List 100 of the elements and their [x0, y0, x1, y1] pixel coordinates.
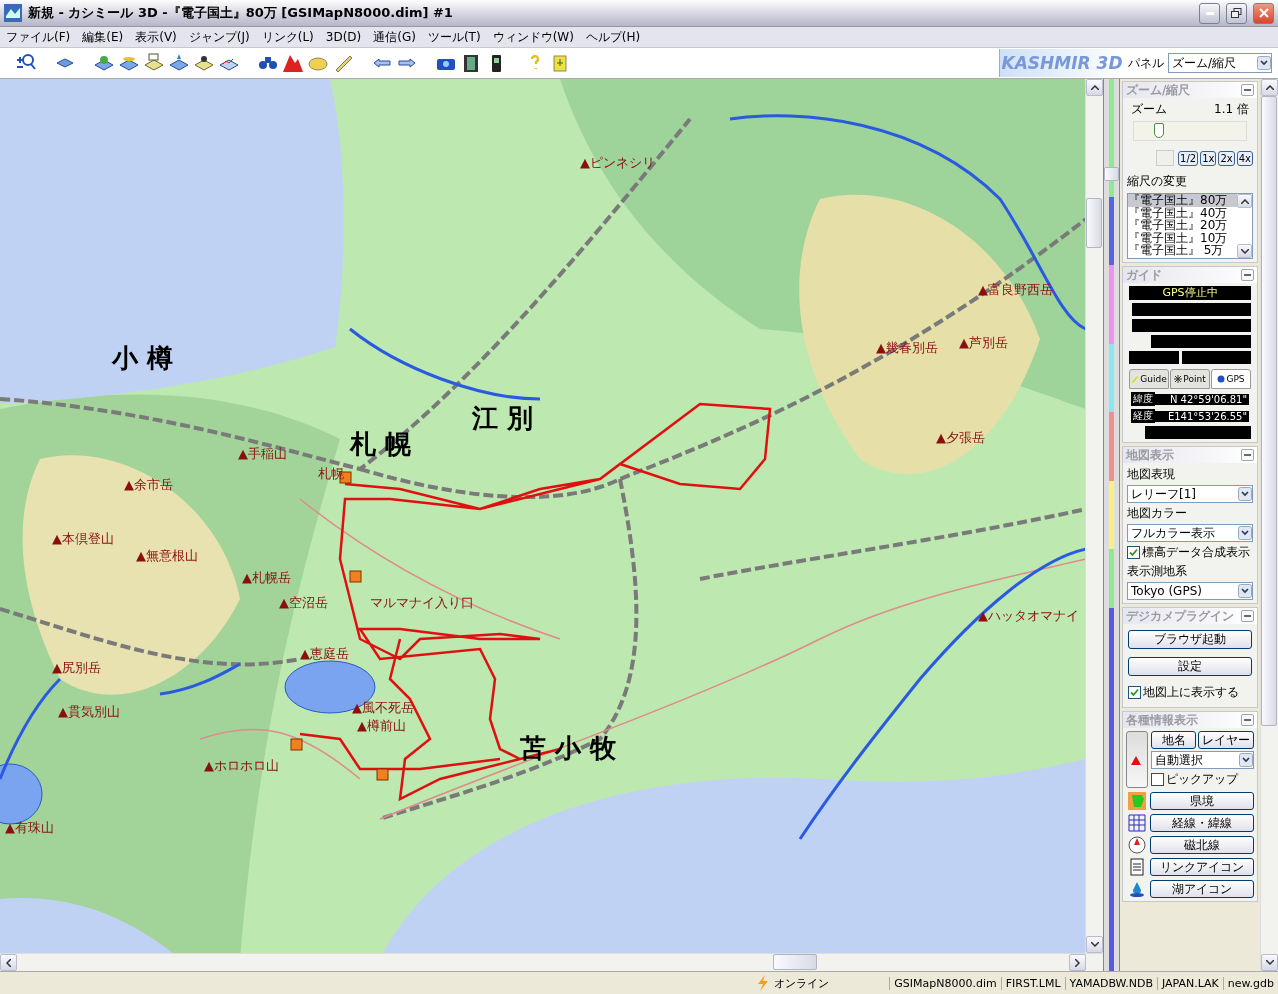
panel-label: パネル: [1128, 54, 1164, 72]
panel-button[interactable]: 県境: [1150, 792, 1254, 810]
menu-item[interactable]: 表示(V): [129, 28, 183, 46]
scrollbar-thumb[interactable]: [1086, 198, 1102, 248]
scale-list-item[interactable]: 『電子国土』20万: [1128, 219, 1237, 232]
peak-label: ▲芦別岳: [959, 334, 1008, 352]
menu-item[interactable]: ウィンドウ(W): [486, 28, 580, 46]
close-icon: [1258, 8, 1269, 18]
panel-button[interactable]: 磁北線: [1150, 836, 1254, 854]
panel-button[interactable]: 経線・緯線: [1150, 814, 1254, 832]
collapse-button[interactable]: [1241, 610, 1254, 622]
status-file: GSIMapN8000.dim: [889, 976, 1001, 990]
status-file: FIRST.LML: [1000, 976, 1065, 990]
checkbox[interactable]: [1128, 686, 1141, 699]
grid-icon: [1128, 814, 1146, 832]
coordinate-value: E141°53'26.55": [1155, 410, 1249, 422]
scale-list-item[interactable]: 『電子国土』10万: [1128, 231, 1237, 244]
minimize-button[interactable]: [1199, 2, 1220, 24]
collapse-button[interactable]: [1241, 449, 1254, 461]
city-label: 札 幌: [350, 428, 412, 461]
status-file: JAPAN.LAK: [1156, 976, 1223, 990]
scrollbar-thumb[interactable]: [773, 954, 817, 970]
checkbox-label: ピックアップ: [1166, 771, 1238, 788]
dropdown[interactable]: フルカラー表示: [1127, 524, 1253, 542]
scroll-up-button[interactable]: [1086, 79, 1103, 96]
peak-label: ▲余市岳: [124, 476, 173, 494]
scroll-down-button[interactable]: [1086, 936, 1103, 953]
arrow-up-icon: [1265, 85, 1274, 90]
gps-status-display: GPS停止中: [1129, 286, 1251, 300]
checkbox[interactable]: [1151, 773, 1164, 786]
menu-item[interactable]: 通信(G): [367, 28, 422, 46]
collapse-button[interactable]: [1241, 84, 1254, 96]
panel-button[interactable]: ブラウザ起動: [1128, 630, 1252, 649]
map-region-icon: [1128, 792, 1146, 810]
panel-button[interactable]: 設定: [1128, 657, 1252, 676]
peak-label: ▲幾春別岳: [876, 339, 938, 357]
field-label: 地図表現: [1127, 466, 1176, 483]
slider-thumb[interactable]: [1153, 123, 1164, 138]
field-label: 地図カラー: [1127, 505, 1188, 522]
scroll-right-button[interactable]: [1069, 954, 1086, 971]
dropdown[interactable]: 自動選択: [1151, 751, 1254, 769]
section-title: 各種情報表示: [1126, 711, 1198, 729]
panel-button[interactable]: 地名: [1151, 731, 1196, 749]
scroll-up-button[interactable]: [1261, 79, 1278, 96]
peak-label: ▲夕張岳: [936, 429, 985, 447]
panel-button[interactable]: レイヤー: [1198, 731, 1254, 749]
menu-item[interactable]: ツール(T): [421, 28, 487, 46]
menu-item[interactable]: ファイル(F): [0, 28, 77, 46]
panel-tab[interactable]: GPS: [1211, 369, 1251, 389]
collapse-button[interactable]: [1241, 714, 1254, 726]
scroll-down-button[interactable]: [1237, 244, 1252, 258]
scale-list-item[interactable]: 『電子国土』80万: [1128, 194, 1237, 207]
scrollbar-thumb[interactable]: [1261, 96, 1277, 726]
panel-tab[interactable]: Point: [1170, 369, 1210, 389]
menu-item[interactable]: ヘルプ(H): [579, 28, 647, 46]
arrow-left-icon: [6, 958, 11, 967]
close-button[interactable]: [1253, 2, 1274, 24]
checkbox[interactable]: [1127, 546, 1140, 559]
peak-label: ▲手稲山: [238, 445, 287, 463]
elevation-color-bar[interactable]: [1103, 79, 1120, 971]
scale-label: 縮尺の変更: [1127, 173, 1188, 190]
place-marker-button[interactable]: [1126, 731, 1148, 788]
peak-label: ▲札幌岳: [242, 569, 291, 587]
restore-button[interactable]: [1226, 2, 1247, 24]
panel-button[interactable]: 湖アイコン: [1150, 880, 1254, 898]
peak-label: ▲空沼岳: [279, 594, 328, 612]
coordinate-value: N 42°59'06.81": [1155, 393, 1249, 405]
zoom-label: ズーム: [1131, 101, 1167, 118]
collapse-button[interactable]: [1241, 269, 1254, 281]
peak-label: ▲尻別岳: [52, 659, 101, 677]
menu-item[interactable]: 3D(D): [319, 30, 368, 44]
scroll-up-button[interactable]: [1237, 194, 1252, 208]
peak-label: ▲風不死岳: [352, 699, 414, 717]
logo: KASHMIR 3D: [999, 49, 1124, 77]
minus-icon: [1244, 454, 1251, 456]
panel-button[interactable]: リンクアイコン: [1150, 858, 1254, 876]
scale-list-item[interactable]: 『電子国土』40万: [1128, 206, 1237, 219]
scale-button[interactable]: 1/2: [1178, 150, 1199, 166]
arrow-down-icon: [1265, 960, 1274, 965]
scroll-left-button[interactable]: [0, 954, 17, 971]
zoom-slider[interactable]: [1133, 121, 1247, 141]
scale-button[interactable]: 4x: [1236, 150, 1253, 166]
menu-item[interactable]: 編集(E): [76, 28, 130, 46]
panel-tab[interactable]: Guide: [1129, 369, 1169, 389]
dropdown[interactable]: Tokyo (GPS): [1127, 582, 1253, 600]
menu-item[interactable]: リンク(L): [255, 28, 320, 46]
arrow-right-icon: [1075, 958, 1080, 967]
scale-button[interactable]: 1x: [1200, 150, 1217, 166]
panel-select[interactable]: ズーム/縮尺: [1168, 53, 1272, 73]
menu-item[interactable]: ジャンプ(J): [182, 28, 256, 46]
arrow-up-icon: [1090, 85, 1099, 90]
field-label: 表示測地系: [1127, 563, 1188, 580]
dropdown[interactable]: レリーフ[1]: [1127, 485, 1253, 503]
scale-button[interactable]: 2x: [1218, 150, 1235, 166]
lightning-icon: [756, 975, 771, 991]
scroll-down-button[interactable]: [1261, 954, 1278, 971]
coordinate-label: 経度: [1131, 409, 1155, 423]
city-label: 江 別: [472, 402, 534, 435]
checkbox-label: 標高データ合成表示: [1142, 544, 1250, 561]
scale-list-item[interactable]: 『電子国土』 5万: [1128, 244, 1237, 257]
